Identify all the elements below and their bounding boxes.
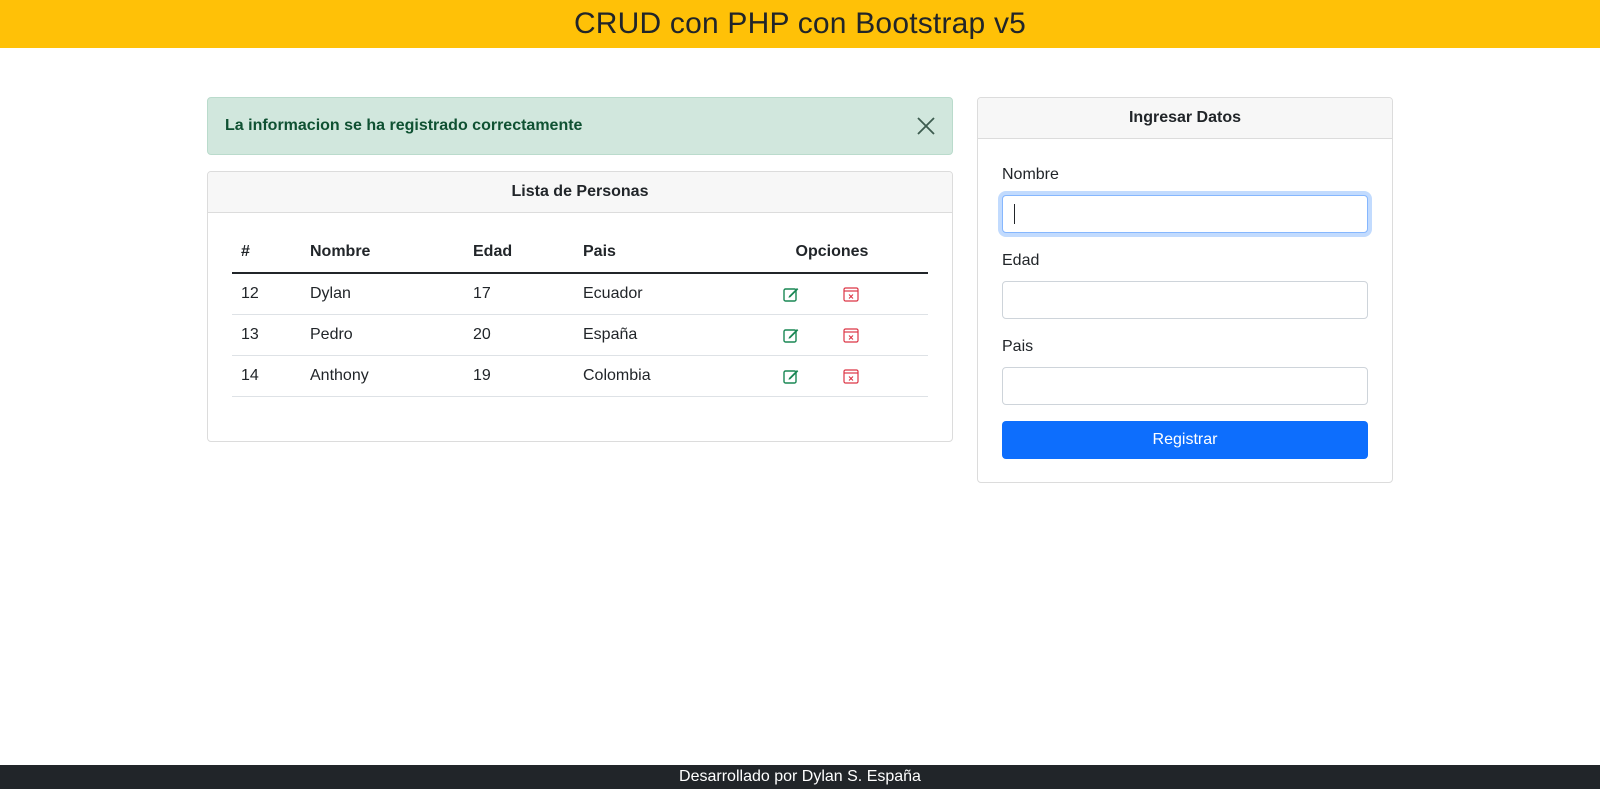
text-caret <box>1014 204 1015 224</box>
form-title: Ingresar Datos <box>978 98 1392 139</box>
pencil-square-icon[interactable] <box>780 283 802 305</box>
edad-label: Edad <box>1002 252 1040 269</box>
cell-edad: 19 <box>464 355 574 397</box>
cell-edad: 20 <box>464 314 574 356</box>
cell-opciones <box>736 273 928 315</box>
cell-nombre: Dylan <box>301 273 464 315</box>
cell-opciones <box>736 355 928 397</box>
pais-label: Pais <box>1002 338 1034 355</box>
column-header-id: # <box>232 232 301 274</box>
footer: Desarrollado por Dylan S. España <box>0 765 1600 789</box>
cell-nombre: Anthony <box>301 355 464 397</box>
registrar-button[interactable]: Registrar <box>1002 421 1368 459</box>
people-table: # Nombre Edad Pais Opciones 12 Dylan 17 … <box>232 232 928 397</box>
cell-edad: 17 <box>464 273 574 315</box>
cell-id: 14 <box>232 355 301 397</box>
people-list-card: Lista de Personas # Nombre Edad Pais Opc… <box>207 171 953 442</box>
pencil-square-icon[interactable] <box>780 324 802 346</box>
cell-pais: Colombia <box>574 355 736 397</box>
column-header-opciones: Opciones <box>736 232 928 274</box>
column-header-edad: Edad <box>464 232 574 274</box>
calendar-x-icon[interactable] <box>840 283 862 305</box>
top-header: CRUD con PHP con Bootstrap v5 <box>0 0 1600 48</box>
cell-id: 12 <box>232 273 301 315</box>
cell-opciones <box>736 314 928 356</box>
table-row: 12 Dylan 17 Ecuador <box>232 273 928 315</box>
cell-pais: Ecuador <box>574 273 736 315</box>
alert-message: La informacion se ha registrado correcta… <box>225 117 583 134</box>
column-header-nombre: Nombre <box>301 232 464 274</box>
cell-nombre: Pedro <box>301 314 464 356</box>
people-list-title: Lista de Personas <box>208 172 952 213</box>
nombre-label: Nombre <box>1002 166 1059 183</box>
page-title: CRUD con PHP con Bootstrap v5 <box>573 7 1027 40</box>
cell-id: 13 <box>232 314 301 356</box>
footer-credit: Desarrollado por Dylan S. España <box>679 768 921 785</box>
table-row: 14 Anthony 19 Colombia <box>232 355 928 397</box>
calendar-x-icon[interactable] <box>840 365 862 387</box>
pais-input[interactable] <box>1002 367 1368 405</box>
table-header-row: # Nombre Edad Pais Opciones <box>232 232 928 274</box>
data-entry-card: Ingresar Datos Nombre Edad Pais Registra… <box>977 97 1393 483</box>
column-header-pais: Pais <box>574 232 736 274</box>
pencil-square-icon[interactable] <box>780 365 802 387</box>
success-alert: La informacion se ha registrado correcta… <box>207 97 953 155</box>
nombre-input[interactable] <box>1002 195 1368 233</box>
cell-pais: España <box>574 314 736 356</box>
close-icon[interactable] <box>914 114 938 138</box>
entry-form: Nombre Edad Pais Registrar <box>1002 139 1368 459</box>
edad-input[interactable] <box>1002 281 1368 319</box>
calendar-x-icon[interactable] <box>840 324 862 346</box>
table-row: 13 Pedro 20 España <box>232 314 928 356</box>
